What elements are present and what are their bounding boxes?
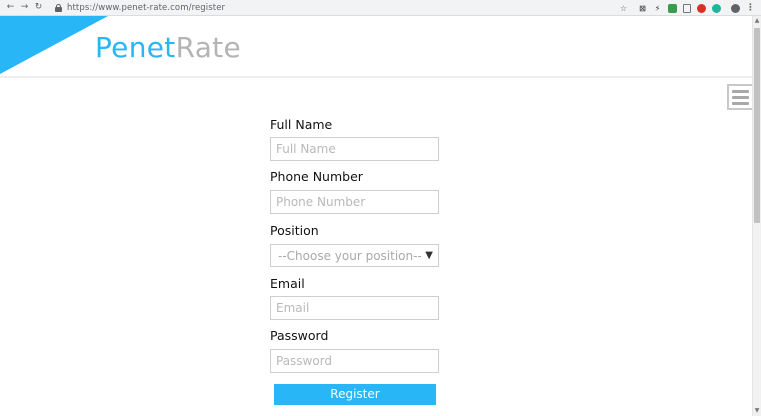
green-extension-icon[interactable]: [668, 3, 677, 13]
brand-name-part1: Penet: [95, 31, 176, 64]
bolt-extension-icon[interactable]: ⚡: [653, 4, 662, 13]
site-header: PenetRate: [0, 16, 752, 78]
browser-toolbar: ← → ↻ https://www.penet-rate.com/registe…: [0, 0, 761, 16]
email-label: Email: [270, 276, 305, 291]
extension-bar: ☆ ⊠ ⚡ ⋮: [619, 1, 755, 15]
back-arrow-icon[interactable]: ←: [5, 2, 16, 14]
red-extension-icon[interactable]: [697, 3, 706, 13]
chevron-down-icon: ▼: [425, 250, 433, 261]
teal-extension-icon[interactable]: [712, 3, 721, 13]
brand-logo[interactable]: PenetRate: [95, 31, 241, 65]
x-extension-icon[interactable]: ⊠: [638, 4, 647, 13]
lock-icon[interactable]: [55, 3, 62, 12]
bookmark-star-icon[interactable]: ☆: [619, 4, 628, 13]
full-name-label: Full Name: [270, 117, 333, 132]
password-label: Password: [270, 328, 329, 343]
header-corner-decoration: [0, 16, 108, 74]
email-input[interactable]: [270, 296, 439, 320]
phone-number-label: Phone Number: [270, 169, 363, 184]
password-input[interactable]: [270, 349, 439, 373]
scrollbar-thumb[interactable]: [754, 28, 760, 223]
scroll-down-icon[interactable]: ▼: [753, 406, 761, 416]
page-extension-icon[interactable]: [683, 3, 691, 13]
register-button[interactable]: Register: [274, 384, 436, 405]
kebab-menu-icon[interactable]: ⋮: [746, 3, 755, 13]
account-icon[interactable]: [731, 3, 740, 13]
hamburger-menu-icon[interactable]: [727, 84, 754, 110]
full-name-input[interactable]: [270, 137, 439, 161]
phone-number-input[interactable]: [270, 190, 439, 214]
forward-arrow-icon[interactable]: →: [19, 2, 30, 14]
position-select[interactable]: --Choose your position-- ▼: [270, 244, 439, 267]
brand-name-part2: Rate: [175, 31, 241, 64]
scroll-up-icon[interactable]: ▲: [753, 16, 761, 26]
address-bar[interactable]: https://www.penet-rate.com/register: [67, 3, 225, 13]
position-label: Position: [270, 223, 319, 238]
position-select-value: --Choose your position--: [278, 248, 422, 263]
page-scrollbar[interactable]: ▲ ▼: [752, 16, 761, 416]
reload-icon[interactable]: ↻: [33, 2, 44, 14]
